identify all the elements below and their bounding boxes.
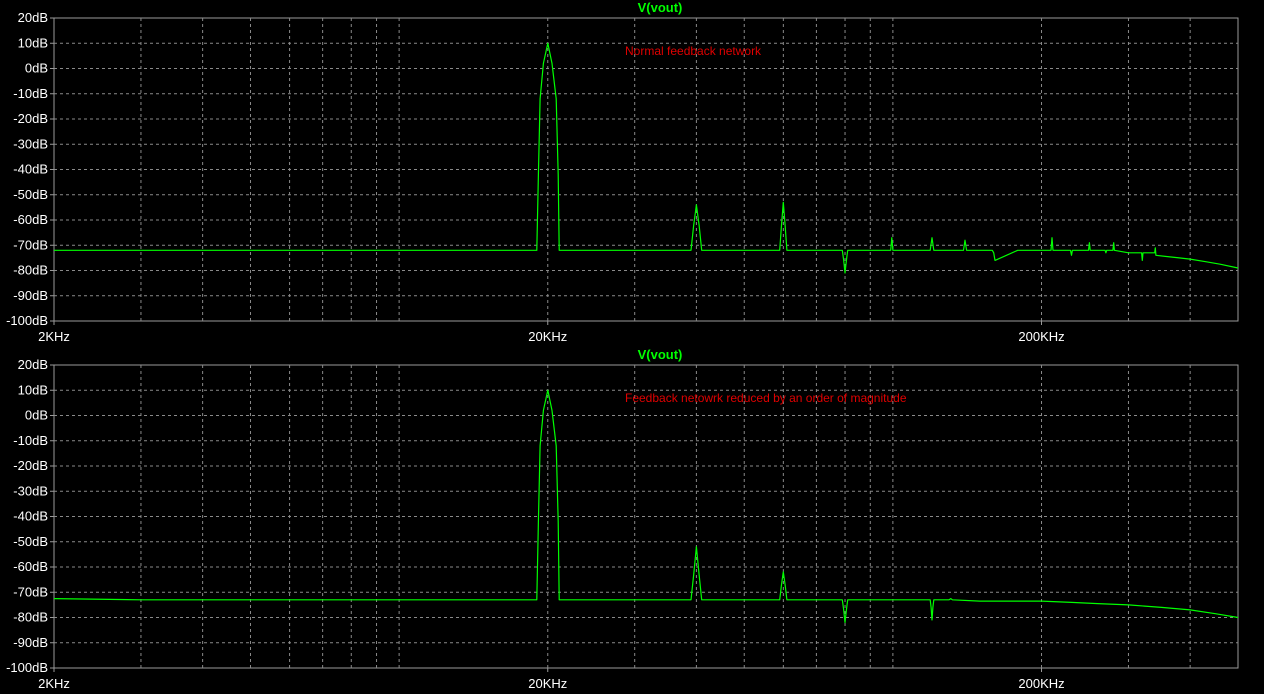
- y-tick-label: 0dB: [25, 408, 48, 423]
- y-tick-label: -40dB: [13, 162, 48, 177]
- y-tick-label: -20dB: [13, 458, 48, 473]
- y-tick-label: -90dB: [13, 288, 48, 303]
- plot-frame: [53, 17, 1239, 322]
- plot-title: V(vout): [638, 0, 683, 15]
- y-tick-label: -60dB: [13, 212, 48, 227]
- y-tick-label: 10dB: [18, 382, 48, 397]
- plot-title: V(vout): [638, 347, 683, 362]
- y-tick-label: 0dB: [25, 61, 48, 76]
- y-tick-label: -100dB: [6, 313, 48, 328]
- y-tick-label: -10dB: [13, 86, 48, 101]
- y-tick-label: 20dB: [18, 357, 48, 372]
- series-line-vout: [54, 42, 1239, 274]
- y-tick-label: -100dB: [6, 660, 48, 675]
- spectrum-plots: 20dB 10dB 0dB -10dB -20dB -30dB -40dB -50dB -60d…: [6, 0, 1239, 691]
- x-tick-label: 200KHz: [1018, 676, 1064, 691]
- series-line-vout: [53, 389, 1239, 624]
- y-tick-label: -50dB: [13, 534, 48, 549]
- y-tick-label: -50dB: [13, 187, 48, 202]
- x-tick-label: 200KHz: [1018, 329, 1064, 344]
- y-tick-label: -70dB: [13, 584, 48, 599]
- x-tick-label: 2KHz: [38, 676, 70, 691]
- plot-annotation: Feedback netowrk reduced by an order of …: [625, 391, 907, 405]
- y-tick-label: -80dB: [13, 610, 48, 625]
- plot-annotation: Normal feedback network: [625, 44, 762, 58]
- y-tick-label: -20dB: [13, 111, 48, 126]
- y-tick-label: -40dB: [13, 509, 48, 524]
- x-tick-label: 20KHz: [528, 329, 567, 344]
- y-tick-label: -70dB: [13, 237, 48, 252]
- y-tick-label: -30dB: [13, 136, 48, 151]
- x-tick-label: 2KHz: [38, 329, 70, 344]
- y-tick-label: -80dB: [13, 263, 48, 278]
- y-tick-label: -30dB: [13, 483, 48, 498]
- y-tick-label: -10dB: [13, 433, 48, 448]
- plot-frame: [53, 364, 1239, 669]
- y-tick-label: -90dB: [13, 635, 48, 650]
- y-tick-label: 10dB: [18, 35, 48, 50]
- x-tick-label: 20KHz: [528, 676, 567, 691]
- y-tick-label: 20dB: [18, 10, 48, 25]
- y-tick-label: -60dB: [13, 559, 48, 574]
